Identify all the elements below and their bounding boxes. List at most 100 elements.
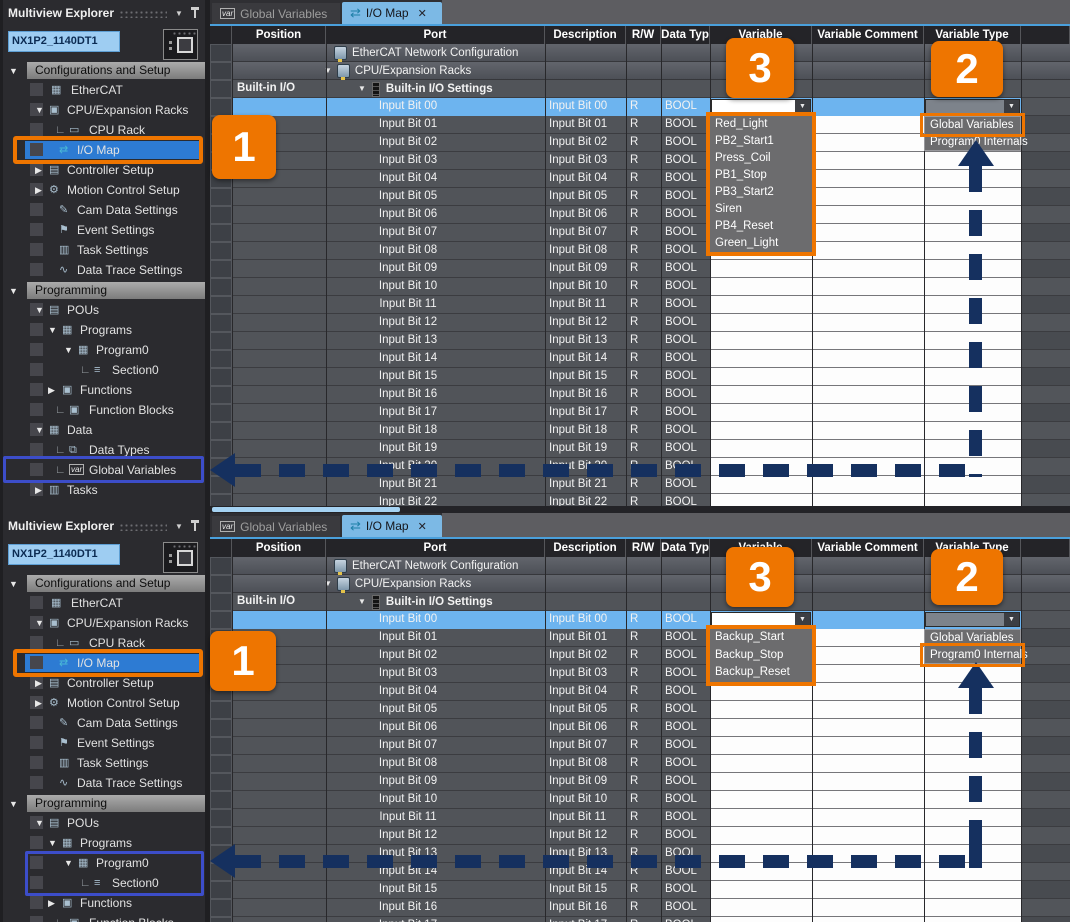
port-cell[interactable]: Input Bit 04 (326, 170, 545, 188)
tree-expand-icon[interactable]: ▶ (35, 698, 42, 708)
row-selector-cell[interactable] (210, 557, 232, 575)
variable-comment-cell[interactable] (812, 296, 924, 314)
tree-expand-icon[interactable]: ▶ (35, 678, 42, 688)
tree-checkbox[interactable] (30, 776, 43, 789)
table-row-input-bit-8[interactable]: Input Bit 08Input Bit 08RBOOL (232, 242, 1070, 260)
section-band-configurations[interactable]: Configurations and Setup (27, 62, 205, 79)
variable-comment-cell[interactable] (812, 899, 924, 917)
sidebar-item-task-settings[interactable]: ▥Task Settings (3, 240, 205, 260)
variable-comment-cell[interactable] (812, 773, 924, 791)
pin-icon[interactable] (191, 7, 199, 19)
port-cell[interactable]: Input Bit 06 (326, 206, 545, 224)
tree-checkbox[interactable] (30, 383, 43, 396)
variable-cell[interactable] (710, 701, 812, 719)
variable-cell[interactable] (710, 899, 812, 917)
variable-option[interactable]: Press_Coil (710, 150, 812, 167)
variable-cell[interactable] (710, 737, 812, 755)
variable-option[interactable]: PB4_Reset (710, 218, 812, 235)
variable-type-cell[interactable] (924, 476, 1021, 494)
tree-expand-icon[interactable]: ▼ (48, 325, 57, 335)
variable-comment-cell[interactable] (812, 386, 924, 404)
port-cell[interactable]: Input Bit 00 (326, 611, 545, 629)
table-row-input-bit-13[interactable]: Input Bit 13Input Bit 13RBOOL (232, 332, 1070, 350)
port-cell[interactable]: Input Bit 05 (326, 701, 545, 719)
row-selector-cell[interactable] (210, 62, 232, 80)
controller-icon[interactable] (163, 29, 198, 60)
dropdown-button[interactable]: ▼ (1004, 613, 1019, 626)
table-row-input-bit-4[interactable]: Input Bit 04Input Bit 04RBOOL (232, 170, 1070, 188)
variable-option[interactable]: Green_Light (710, 235, 812, 252)
port-cell[interactable]: Input Bit 21 (326, 476, 545, 494)
variable-cell[interactable] (710, 827, 812, 845)
variable-option[interactable]: Backup_Reset (710, 664, 812, 682)
tree-checkbox[interactable] (30, 736, 43, 749)
tree-expand-icon[interactable]: ▼ (35, 618, 44, 628)
row-selector-cell[interactable] (210, 368, 232, 386)
table-row-input-bit-4[interactable]: Input Bit 04Input Bit 04RBOOL (232, 683, 1070, 701)
table-row-input-bit-15[interactable]: Input Bit 15Input Bit 15RBOOL (232, 881, 1070, 899)
dropdown-button[interactable]: ▼ (1004, 100, 1019, 113)
sidebar-item-ethercat[interactable]: ▦EtherCAT (3, 593, 205, 613)
row-selector-cell[interactable] (210, 44, 232, 62)
tree-checkbox[interactable] (30, 123, 43, 136)
sidebar-item-function-blocks[interactable]: ∟▣Function Blocks (3, 400, 205, 420)
row-selector-cell[interactable] (210, 98, 232, 116)
variable-comment-cell[interactable] (812, 665, 924, 683)
variable-comment-cell[interactable] (812, 611, 924, 629)
controller-selector[interactable]: NX1P2_1140DT1 (8, 544, 120, 565)
port-cell[interactable]: Input Bit 13 (326, 332, 545, 350)
titlebar-menu-chevron-icon[interactable]: ▼ (175, 522, 183, 532)
variable-comment-cell[interactable] (812, 116, 924, 134)
horizontal-scrollbar-thumb[interactable] (212, 507, 400, 512)
row-selector-cell[interactable] (210, 206, 232, 224)
tree-checkbox[interactable] (30, 343, 43, 356)
row-selector-cell[interactable] (210, 224, 232, 242)
tree-checkbox[interactable] (30, 203, 43, 216)
row-selector-cell[interactable] (210, 899, 232, 917)
variable-cell[interactable] (710, 368, 812, 386)
tree-checkbox[interactable] (30, 896, 43, 909)
tree-checkbox[interactable] (30, 223, 43, 236)
table-row-input-bit-3[interactable]: Input Bit 03Input Bit 03RBOOL (232, 665, 1070, 683)
section-collapse-icon[interactable]: ▼ (9, 799, 18, 809)
variable-comment-cell[interactable] (812, 224, 924, 242)
tree-expand-icon[interactable]: ▶ (48, 898, 55, 908)
tree-checkbox[interactable] (30, 243, 43, 256)
variable-comment-cell[interactable] (812, 827, 924, 845)
port-cell[interactable]: Input Bit 00 (326, 98, 545, 116)
port-cell[interactable]: Input Bit 03 (326, 152, 545, 170)
port-cell[interactable]: Input Bit 07 (326, 737, 545, 755)
table-row-input-bit-12[interactable]: Input Bit 12Input Bit 12RBOOL (232, 827, 1070, 845)
table-row-input-bit-6[interactable]: Input Bit 06Input Bit 06RBOOL (232, 206, 1070, 224)
table-row-input-bit-11[interactable]: Input Bit 11Input Bit 11RBOOL (232, 809, 1070, 827)
port-cell[interactable]: Input Bit 12 (326, 314, 545, 332)
row-selector-cell[interactable] (210, 314, 232, 332)
variable-comment-cell[interactable] (812, 683, 924, 701)
tree-checkbox[interactable] (30, 636, 43, 649)
sidebar-item-cpu-expansion-racks[interactable]: ▼▣CPU/Expansion Racks (3, 613, 205, 633)
port-cell[interactable]: Input Bit 17 (326, 404, 545, 422)
variable-comment-cell[interactable] (812, 404, 924, 422)
sidebar-item-cam-data-settings[interactable]: ✎Cam Data Settings (3, 713, 205, 733)
row-selector-cell[interactable] (210, 80, 232, 98)
sidebar-item-motion-control-setup[interactable]: ▶⚙Motion Control Setup (3, 180, 205, 200)
port-cell[interactable]: Input Bit 11 (326, 809, 545, 827)
sidebar-item-functions[interactable]: ▶▣Functions (3, 380, 205, 400)
table-row-input-bit-7[interactable]: Input Bit 07Input Bit 07RBOOL (232, 737, 1070, 755)
row-selector-cell[interactable] (210, 791, 232, 809)
table-row-input-bit-8[interactable]: Input Bit 08Input Bit 08RBOOL (232, 755, 1070, 773)
variable-comment-cell[interactable] (812, 332, 924, 350)
tree-expand-icon[interactable]: ▼ (48, 838, 57, 848)
variable-comment-cell[interactable] (812, 737, 924, 755)
row-selector-cell[interactable] (210, 701, 232, 719)
variable-comment-cell[interactable] (812, 98, 924, 116)
port-cell[interactable]: Input Bit 01 (326, 629, 545, 647)
variable-cell[interactable] (710, 260, 812, 278)
variable-type-cell[interactable] (924, 899, 1021, 917)
variable-cell[interactable] (710, 791, 812, 809)
close-icon[interactable]: ✕ (418, 7, 427, 20)
variable-cell[interactable] (710, 440, 812, 458)
variable-option[interactable]: PB2_Start1 (710, 133, 812, 150)
variable-cell[interactable] (710, 809, 812, 827)
variable-option[interactable]: Backup_Start (710, 629, 812, 647)
